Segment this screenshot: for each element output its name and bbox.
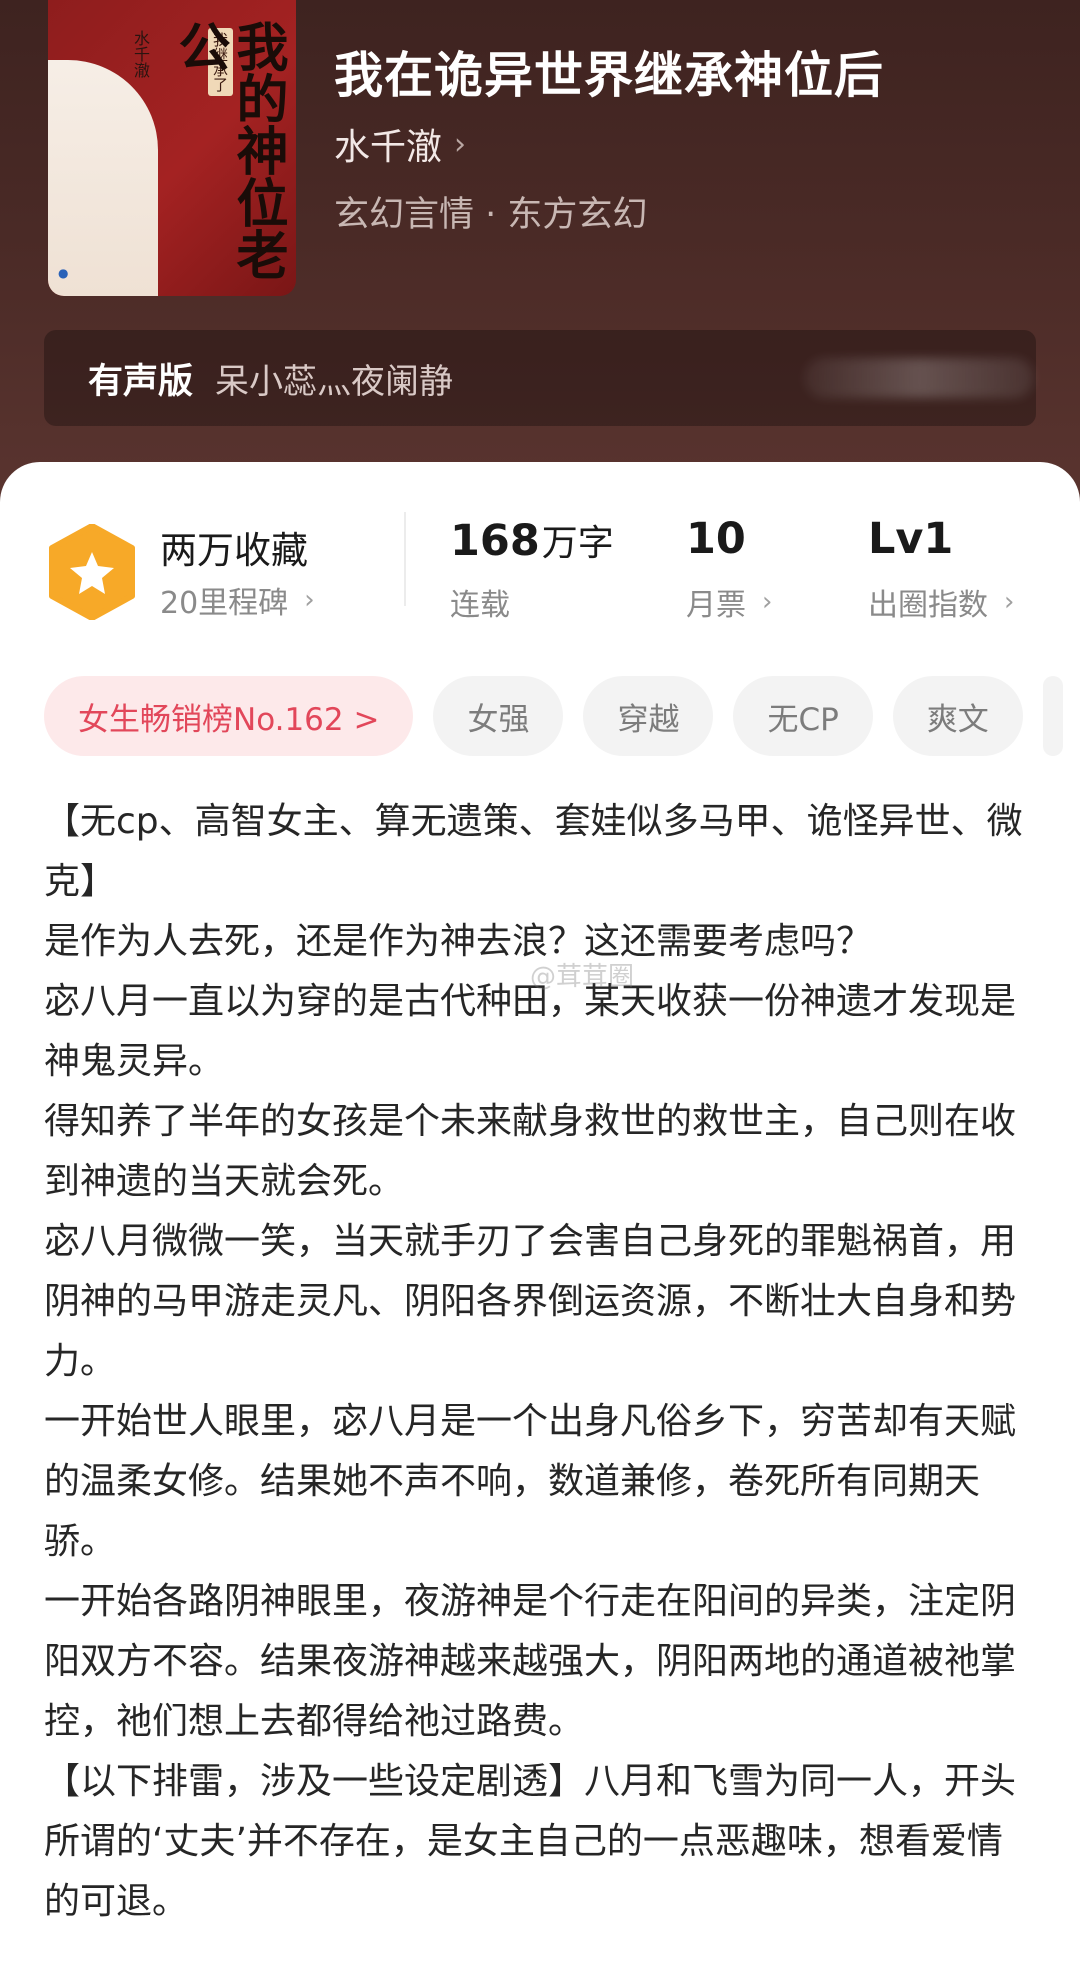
chevron-right-icon: › xyxy=(762,587,773,617)
book-header: 水千澈 我继承了 我的神位老公 ● 我在诡异世界继承神位后 水千澈 › 玄幻言情… xyxy=(0,0,1080,520)
genre-label: 玄幻言情 · 东方玄幻 xyxy=(334,195,648,235)
audio-version-bar[interactable]: 有声版 呆小蕊灬夜阑静 xyxy=(44,330,1036,426)
monthly-tickets-value: 10 xyxy=(686,514,746,564)
chevron-right-icon: › xyxy=(304,585,315,615)
tag-item[interactable]: 女强 xyxy=(433,676,564,756)
level-link[interactable]: 出圈指数 › xyxy=(868,580,1014,624)
stats-divider xyxy=(404,512,406,606)
chevron-right-icon: › xyxy=(1004,587,1015,617)
cover-figure xyxy=(48,60,158,296)
description-paragraph: 一开始各路阴神眼里，夜游神是个行走在阳间的异类，注定阴阳双方不容。结果夜游神越来… xyxy=(44,1581,1017,1742)
audio-blurred-preview xyxy=(804,358,1034,398)
book-title: 我在诡异世界继承神位后 xyxy=(334,47,885,104)
tag-item[interactable]: 无CP xyxy=(733,676,873,756)
tag-list: 女生畅销榜No.162 > 女强 穿越 无CP 爽文 xyxy=(44,676,1080,756)
cover-title-text: 我的神位老公 xyxy=(169,20,288,280)
tag-item[interactable]: 穿越 xyxy=(583,676,714,756)
author-link[interactable]: 水千澈 › xyxy=(334,118,466,170)
milestone-link[interactable]: 20里程碑 › xyxy=(160,578,315,622)
monthly-tickets-link[interactable]: 月票 › xyxy=(686,580,772,624)
tag-item[interactable]: 爽文 xyxy=(892,676,1023,756)
monthly-tickets-label: 月票 xyxy=(686,588,746,623)
word-count-value: 168 xyxy=(450,516,540,566)
level-label: 出圈指数 xyxy=(868,588,988,623)
tag-bestseller-rank[interactable]: 女生畅销榜No.162 > xyxy=(44,676,414,756)
description-paragraph: 宓八月微微一笑，当天就手刃了会害自己身死的罪魁祸首，用阴神的马甲游走灵凡、阴阳各… xyxy=(44,1221,1017,1382)
book-cover-image[interactable]: 水千澈 我继承了 我的神位老公 ● xyxy=(48,0,296,296)
word-count-unit: 万字 xyxy=(541,523,614,564)
serial-status-text: 连载 xyxy=(450,588,510,623)
star-badge-icon xyxy=(48,523,136,621)
watermark-text: @茸茸圈 xyxy=(530,962,635,992)
milestone-text: 20里程碑 xyxy=(160,586,289,621)
publisher-logo: ● xyxy=(58,266,69,280)
chevron-right-icon: › xyxy=(454,126,467,162)
serial-status: 连载 xyxy=(450,580,510,624)
description-paragraph: 一开始世人眼里，宓八月是一个出身凡俗乡下，穷苦却有天赋的温柔女修。结果她不声不响… xyxy=(44,1401,1017,1562)
author-name: 水千澈 xyxy=(334,127,443,168)
description-paragraph: 【无cp、高智女主、算无遗策、套娃似多马甲、诡怪异世、微克】 xyxy=(44,801,1023,902)
level-value: Lv1 xyxy=(868,514,954,564)
word-count: 168万字 xyxy=(450,514,614,566)
description-paragraph: 【以下排雷，涉及一些设定剧透】八月和飞雪为同一人，开头所谓的‘丈夫’并不存在，是… xyxy=(44,1761,1017,1922)
description-paragraph: 得知养了半年的女孩是个未来献身救世的救世主，自己则在收到神遗的当天就会死。 xyxy=(44,1101,1017,1202)
cover-author-text: 水千澈 xyxy=(131,30,150,78)
collection-title: 两万收藏 xyxy=(160,529,308,572)
tag-item-partial[interactable] xyxy=(1042,676,1063,756)
audio-narrators: 呆小蕊灬夜阑静 xyxy=(215,361,454,402)
audio-version-label: 有声版 xyxy=(88,361,194,402)
